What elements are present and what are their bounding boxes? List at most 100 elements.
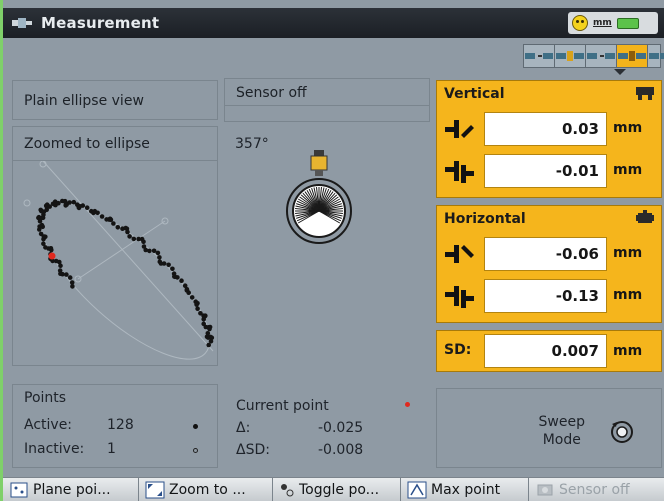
sd-panel: SD: 0.007 mm [436,330,662,372]
vertical-angle-unit: mm [613,120,643,136]
measured-point [207,326,212,332]
horizontal-results-panel[interactable]: Horizontal -0.06 mm -0.13 mm [436,205,662,323]
horizontal-offset-row: -0.13 mm [437,279,663,313]
view-mode-label: Plain ellipse view [24,93,144,109]
measured-point [84,205,90,210]
sensor-off-label: Sensor off [559,482,630,498]
plane-points-button[interactable]: Plane poi... [3,478,139,501]
horizontal-heading: Horizontal [444,211,526,227]
points-panel: Points Active: 128 Inactive: 1 [12,384,218,468]
current-point-panel: Current point Δ: -0.025 ΔSD: -0.008 [224,388,430,468]
sensor-orientation-selector[interactable] [523,44,664,68]
sweep-mode-button[interactable]: Sweep Mode [436,388,662,468]
sensor-dial-icon [286,150,352,244]
measured-point [166,262,171,268]
title-bar: Measurement mm [3,8,664,38]
rotation-angle: 357° [235,136,269,152]
parallel-offset-icon [445,161,474,183]
inactive-count: 1 [107,441,116,457]
sweep-mode-label: Sweep Mode [539,413,585,449]
machine-train-icon [525,53,553,59]
inactive-point-icon [193,448,198,453]
ellipse-panel[interactable]: Zoomed to ellipse [12,126,218,366]
horizontal-offset-unit: mm [613,287,643,303]
sensor-icon [537,484,553,496]
measured-points [36,198,215,348]
toggle-points-button[interactable]: Toggle po... [273,478,401,501]
selection-caret-icon [614,69,626,75]
window-edge [0,0,3,501]
inactive-label: Inactive: [24,441,85,457]
sensor-status-panel[interactable]: Sensor off [224,78,430,122]
parallel-offset-icon [445,286,474,308]
current-point-heading: Current point [236,398,329,414]
measured-point [67,275,73,280]
divider [225,105,429,106]
plane-points-label: Plane poi... [33,482,111,498]
measured-point [39,222,45,228]
toggle-points-label: Toggle po... [299,482,380,498]
sensor-status-label: Sensor off [236,85,307,101]
delta-sd-label: ΔSD: [236,442,270,458]
horizontal-angle-row: -0.06 mm [437,237,663,271]
active-label: Active: [24,417,73,433]
sensor-off-button[interactable]: Sensor off [529,478,664,501]
sd-unit: mm [613,343,643,359]
measured-point [194,302,199,307]
orientation-option-4[interactable] [617,45,648,67]
vertical-angle-value: 0.03 [484,112,607,146]
orientation-option-3[interactable] [586,45,617,67]
vertical-offset-value: -0.01 [484,154,607,188]
measured-point [127,234,132,239]
orientation-option-2[interactable] [555,45,586,67]
measured-point [38,231,44,237]
max-point-label: Max point [431,482,501,498]
bottom-toolbar: Plane poi... Zoom to ... Toggle po... Ma… [3,477,664,501]
measured-point [115,225,121,230]
measured-point [41,241,46,246]
active-count: 128 [107,417,134,433]
window-title: Measurement [41,14,160,32]
vertical-heading: Vertical [444,86,505,102]
zoom-to-label: Zoom to ... [169,482,246,498]
measured-point [64,272,69,277]
machine-side-icon [636,87,654,100]
sweep-mode-line1: Sweep [538,414,585,430]
zoom-to-button[interactable]: Zoom to ... [139,478,273,501]
measured-point [125,229,130,235]
orientation-option-1[interactable] [524,45,555,67]
delta-value: -0.025 [318,420,364,436]
plane-points-icon [10,482,28,498]
status-indicator[interactable]: mm [568,12,658,34]
measured-point [95,210,100,216]
toggle-points-icon [281,484,294,497]
measured-point [69,280,75,285]
machine-train-icon [618,51,646,61]
orientation-option-5[interactable] [648,45,664,67]
measured-point [155,250,161,256]
measured-point [189,295,195,300]
vertical-results-panel[interactable]: Vertical 0.03 mm -0.01 mm [436,80,662,198]
zoom-icon [145,481,165,499]
current-point-marker-icon [405,402,410,407]
angular-offset-icon [445,245,474,263]
vertical-offset-unit: mm [613,162,643,178]
measured-point [111,221,116,226]
current-point-marker [48,252,56,260]
units-label: mm [593,18,612,28]
machine-train-icon [649,53,664,59]
measured-point [57,268,63,273]
measured-point [195,306,200,311]
ellipse-plot [23,161,215,360]
angular-offset-icon [445,120,474,138]
measured-point [56,200,61,206]
horizontal-angle-unit: mm [613,245,643,261]
horizontal-offset-value: -0.13 [484,279,607,313]
measured-point [99,214,105,219]
measured-point [67,200,72,205]
measured-point [131,236,137,242]
machine-train-icon [587,53,615,59]
measured-point [206,342,211,348]
view-mode-panel[interactable]: Plain ellipse view [12,80,218,120]
max-point-button[interactable]: Max point [401,478,529,501]
